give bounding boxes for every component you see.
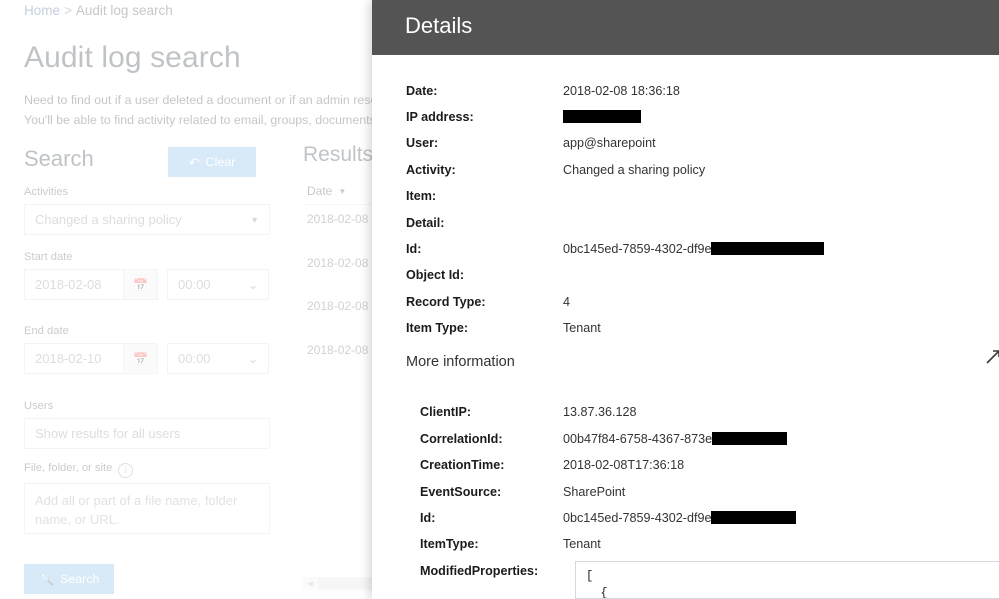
results-header-divider	[303, 204, 383, 205]
more-information-heading: More information	[406, 354, 515, 370]
results-row[interactable]: 2018-02-08	[307, 212, 368, 226]
more-field-value: 00b47f84-6758-4367-873e	[563, 432, 788, 446]
breadcrumb-separator: >	[64, 3, 72, 18]
details-panel-body: Date: 2018-02-08 18:36:18 IP address: Us…	[372, 55, 999, 599]
more-field-label: Id:	[420, 511, 436, 525]
detail-field-value: 0bc145ed-7859-4302-df9e	[563, 242, 825, 256]
results-heading: Results	[303, 143, 374, 166]
end-time-dropdown[interactable]: 00:00 ⌄	[167, 343, 269, 374]
detail-field-label: IP address:	[406, 110, 474, 124]
details-panel-title: Details	[405, 13, 473, 38]
info-icon[interactable]: i	[118, 462, 134, 478]
detail-field-label: Detail:	[406, 216, 445, 230]
search-section-heading: Search	[24, 146, 94, 171]
detail-field-label: Item Type:	[406, 321, 469, 335]
clear-button-label: Clear	[205, 155, 236, 169]
more-field-value-text: 0bc145ed-7859-4302-df9e	[563, 511, 712, 525]
page-description-line-1: Need to find out if a user deleted a doc…	[24, 93, 391, 107]
more-field-value: 2018-02-08T17:36:18	[563, 458, 685, 472]
more-field-label: ClientIP:	[420, 405, 472, 419]
detail-field-label: Record Type:	[406, 295, 486, 309]
more-field-value: 13.87.36.128	[563, 405, 637, 419]
detail-field-value	[563, 110, 641, 124]
detail-field-value: 2018-02-08 18:36:18	[563, 84, 680, 98]
detail-field-label: Item:	[406, 189, 437, 203]
users-label: Users	[24, 400, 54, 412]
search-button-label: Search	[60, 572, 100, 586]
more-field-value: 0bc145ed-7859-4302-df9e	[563, 511, 797, 525]
results-row[interactable]: 2018-02-08	[307, 343, 368, 357]
more-field-value: Tenant	[563, 537, 601, 551]
scroll-left-arrow-icon[interactable]: ◀	[304, 578, 316, 589]
results-scrollbar-thumb[interactable]	[318, 578, 376, 589]
screen: Home > Audit log search Audit log search N…	[0, 0, 999, 599]
end-date-value: 2018-02-10	[35, 351, 102, 366]
detail-field-label: Id:	[406, 242, 422, 256]
redaction-bar	[563, 110, 641, 123]
redaction-bar	[712, 432, 788, 445]
more-field-label: EventSource:	[420, 485, 502, 499]
modified-properties-json-box[interactable]: [ {	[575, 561, 999, 599]
results-column-header-date[interactable]: Date ▼	[307, 184, 346, 198]
detail-field-value: 4	[563, 295, 571, 309]
more-field-label: CreationTime:	[420, 458, 505, 472]
chevron-down-icon: ⌄	[247, 351, 258, 366]
file-folder-site-label: File, folder, or site i	[24, 462, 134, 478]
more-field-label: CorrelationId:	[420, 432, 503, 446]
start-date-label: Start date	[24, 251, 73, 263]
page-description: Need to find out if a user deleted a doc…	[24, 90, 391, 130]
results-row[interactable]: 2018-02-08	[307, 256, 368, 270]
activities-label: Activities	[24, 186, 69, 198]
start-date-input[interactable]: 2018-02-08	[24, 269, 124, 300]
sort-descending-icon: ▼	[338, 186, 347, 196]
redaction-bar	[711, 511, 797, 524]
users-placeholder: Show results for all users	[35, 426, 181, 441]
detail-field-label: User:	[406, 136, 439, 150]
results-column-header-label: Date	[307, 184, 333, 198]
more-field-label: ModifiedProperties:	[420, 564, 539, 578]
details-flyout-panel: Details Date: 2018-02-08 18:36:18 IP add…	[372, 0, 999, 599]
file-folder-site-placeholder: Add all or part of a file name, folder n…	[35, 493, 238, 527]
undo-arrow-icon: ↶	[188, 154, 200, 170]
search-button[interactable]: 🔍 Search	[24, 564, 114, 594]
results-row[interactable]: 2018-02-08	[307, 299, 368, 313]
page-description-line-2: You'll be able to find activity related …	[24, 113, 387, 127]
details-panel-header: Details	[372, 0, 999, 55]
detail-field-label: Object Id:	[406, 268, 465, 282]
detail-field-label: Activity:	[406, 163, 456, 177]
detail-field-value: Changed a sharing policy	[563, 163, 706, 177]
more-field-label: ItemType:	[420, 537, 479, 551]
file-folder-site-label-text: File, folder, or site	[24, 462, 113, 474]
users-input[interactable]: Show results for all users	[24, 418, 270, 449]
breadcrumb-current: Audit log search	[75, 3, 173, 18]
detail-field-value: app@sharepoint	[563, 136, 656, 150]
end-date-calendar-icon[interactable]: 📅	[124, 343, 158, 374]
magnifier-icon: 🔍	[38, 571, 55, 586]
chevron-down-icon: ▼	[250, 214, 259, 225]
start-time-dropdown[interactable]: 00:00 ⌄	[167, 269, 269, 300]
redaction-bar	[711, 242, 825, 255]
diagonal-expand-icon[interactable]	[984, 350, 999, 366]
more-field-value-text: 00b47f84-6758-4367-873e	[563, 432, 713, 446]
more-field-value: SharePoint	[563, 485, 626, 499]
file-folder-site-input[interactable]: Add all or part of a file name, folder n…	[24, 483, 270, 534]
chevron-down-icon: ⌄	[247, 277, 258, 292]
end-date-label: End date	[24, 325, 69, 337]
activities-value: Changed a sharing policy	[35, 212, 182, 227]
breadcrumb: Home > Audit log search	[24, 3, 173, 18]
clear-button[interactable]: ↶ Clear	[168, 147, 256, 177]
page-title: Audit log search	[24, 41, 241, 74]
start-time-value: 00:00	[178, 277, 211, 292]
end-date-input[interactable]: 2018-02-10	[24, 343, 124, 374]
start-date-calendar-icon[interactable]: 📅	[124, 269, 158, 300]
end-time-value: 00:00	[178, 351, 211, 366]
detail-field-value-text: 0bc145ed-7859-4302-df9e	[563, 242, 712, 256]
detail-field-value: Tenant	[563, 321, 601, 335]
start-date-value: 2018-02-08	[35, 277, 102, 292]
detail-field-label: Date:	[406, 84, 438, 98]
breadcrumb-home-link[interactable]: Home	[24, 3, 60, 18]
activities-dropdown[interactable]: Changed a sharing policy ▼	[24, 204, 270, 235]
